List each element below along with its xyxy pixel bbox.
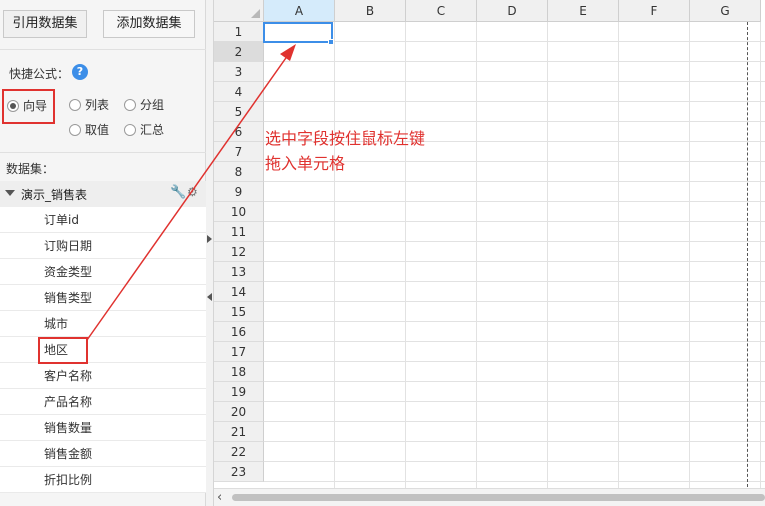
annotation-text: 选中字段按住鼠标左键 拖入单元格 [265,126,425,176]
dataset-field-item[interactable]: 资金类型 [0,259,206,285]
row-header[interactable]: 10 [214,202,264,222]
row-header[interactable]: 11 [214,222,264,242]
collapse-left-icon[interactable] [207,293,212,301]
row-header[interactable]: 13 [214,262,264,282]
radio-summary[interactable]: 汇总 [124,121,164,138]
column-grid-line [476,22,477,492]
dataset-field-item[interactable]: 地区 [0,337,206,363]
dataset-label: 数据集： [6,162,55,176]
wizard-highlight-box [2,89,55,124]
region-field-highlight-box [38,337,88,364]
wrench-icon[interactable]: 🔧 [170,185,186,200]
row-header[interactable]: 23 [214,462,264,482]
dataset-field-item[interactable]: 折扣比例 [0,467,206,493]
dataset-field-item[interactable]: 订购日期 [0,233,206,259]
divider [0,152,206,153]
row-header[interactable]: 15 [214,302,264,322]
row-header[interactable]: 3 [214,62,264,82]
row-header[interactable]: 4 [214,82,264,102]
radio-list-label: 列表 [85,98,110,112]
row-header[interactable]: 2 [214,42,264,62]
dataset-panel: 引用数据集 添加数据集 快捷公式： ? 向导 列表 分组 取值 汇总 数据集： [0,0,206,506]
annotation-line-1: 选中字段按住鼠标左键 [265,129,426,148]
column-header[interactable]: B [335,0,406,22]
column-header[interactable]: G [690,0,761,22]
column-grid-line [405,22,406,492]
radio-unchecked-icon [124,123,136,136]
selected-cell-a1[interactable] [263,22,333,43]
row-header[interactable]: 6 [214,122,264,142]
horizontal-scrollbar[interactable]: ‹ [214,488,765,506]
column-header[interactable]: D [477,0,548,22]
page-break-line [747,22,748,492]
annotation-line-2: 拖入单元格 [265,154,346,173]
scrollbar-thumb[interactable] [232,494,765,501]
dataset-field-item[interactable]: 销售数量 [0,415,206,441]
column-header[interactable]: F [619,0,690,22]
column-grid-line [760,22,761,492]
radio-group-label: 分组 [140,98,165,112]
row-header[interactable]: 18 [214,362,264,382]
radio-unchecked-icon [69,98,81,111]
column-grid-line [547,22,548,492]
row-header[interactable]: 14 [214,282,264,302]
dataset-field-item[interactable]: 销售类型 [0,285,206,311]
row-header[interactable]: 7 [214,142,264,162]
row-header[interactable]: 5 [214,102,264,122]
dataset-field-item[interactable]: 订单id [0,207,206,233]
dataset-field-item[interactable]: 客户名称 [0,363,206,389]
dataset-field-item[interactable]: 销售金额 [0,441,206,467]
row-header[interactable]: 16 [214,322,264,342]
radio-list[interactable]: 列表 [69,96,109,113]
radio-unchecked-icon [124,98,136,111]
select-all-corner[interactable] [214,0,264,22]
fill-handle[interactable] [328,39,334,45]
row-header[interactable]: 1 [214,22,264,42]
radio-value-label: 取值 [85,123,110,137]
dataset-field-item[interactable]: 城市 [0,311,206,337]
row-header[interactable]: 19 [214,382,264,402]
dataset-tree-header[interactable]: 演示_销售表 🔧 ⚙ [0,181,206,207]
scroll-left-icon[interactable]: ‹ [217,490,222,505]
radio-group[interactable]: 分组 [124,96,164,113]
column-header[interactable]: C [406,0,477,22]
spreadsheet[interactable]: ABCDEFG 1 2 3 4 5 6 7 8 9 10 11 12 13 14 15 16 17 18 19 20 2… [214,0,765,506]
column-grid-line [618,22,619,492]
row-header[interactable]: 20 [214,402,264,422]
field-list: 订单id 订购日期 资金类型 销售类型 城市 地区 客户名称 产品名称 销售数量 销售金额 折扣比例 [0,207,206,493]
column-header[interactable]: A [264,0,335,22]
dataset-field-item[interactable]: 产品名称 [0,389,206,415]
row-header[interactable]: 17 [214,342,264,362]
row-header[interactable]: 12 [214,242,264,262]
gear-icon[interactable]: ⚙ [187,185,198,199]
row-header[interactable]: 22 [214,442,264,462]
ref-dataset-button[interactable]: 引用数据集 [3,10,87,38]
panel-splitter[interactable] [206,0,214,506]
radio-value[interactable]: 取值 [69,121,109,138]
report-designer: 引用数据集 添加数据集 快捷公式： ? 向导 列表 分组 取值 汇总 数据集： [0,0,765,506]
expand-triangle-icon[interactable] [5,190,15,196]
column-grid-line [334,22,335,492]
quick-formula-label: 快捷公式： [9,67,70,81]
dataset-name: 演示_销售表 [21,188,88,202]
divider [0,49,206,50]
row-header[interactable]: 9 [214,182,264,202]
row-header[interactable]: 21 [214,422,264,442]
column-header[interactable]: E [548,0,619,22]
add-dataset-button[interactable]: 添加数据集 [103,10,195,38]
help-icon[interactable]: ? [72,64,88,80]
radio-unchecked-icon [69,123,81,136]
row-header[interactable]: 8 [214,162,264,182]
column-grid-line [689,22,690,492]
expand-right-icon[interactable] [207,235,212,243]
radio-summary-label: 汇总 [140,123,165,137]
